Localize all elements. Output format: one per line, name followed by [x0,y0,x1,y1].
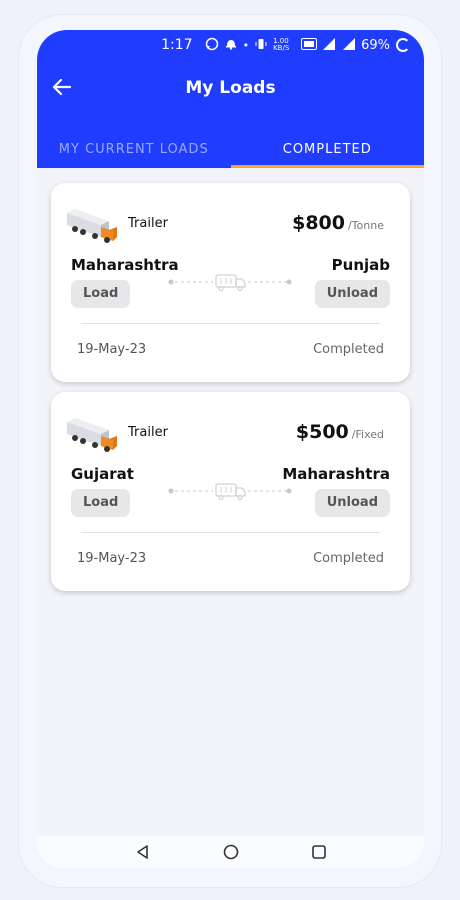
unload-chip: Unload [314,489,390,517]
app-header: My Loads MY CURRENT LOADS COMPLETED [37,60,424,168]
load-status: Completed [313,342,384,357]
status-bar: 1:17 • 1.00 KB/S 69% [37,30,424,60]
load-card[interactable]: Trailer $500/Fixed Gujarat Maharashtra L… [51,392,410,591]
truck-icon [65,412,121,456]
nav-recents-button[interactable] [310,843,328,861]
load-date: 19-May-23 [77,551,147,566]
system-nav-bar [37,836,424,868]
signal-icon-2 [343,37,356,53]
triangle-back-icon [136,845,148,859]
nav-home-button[interactable] [222,843,240,861]
whatsapp-icon [205,37,219,54]
truck-icon [65,203,121,247]
battery-text: 69% [361,37,390,53]
vehicle-type: Trailer [128,216,168,231]
card-divider [81,323,380,324]
load-chip: Load [71,280,131,308]
tab-completed[interactable]: COMPLETED [230,130,425,168]
origin-city: Gujarat [71,465,134,483]
status-time: 1:17 [161,37,193,53]
vehicle-type: Trailer [128,425,168,440]
battery-icon [396,38,410,52]
truck-route-icon [215,274,246,292]
load-card[interactable]: Trailer $800/Tonne Maharashtra Punjab Lo… [51,183,410,382]
load-chip: Load [71,489,131,517]
origin-city: Maharashtra [71,256,179,274]
price-unit: /Tonne [348,219,384,232]
page-title: My Loads [185,78,276,98]
volte-icon [301,37,318,53]
destination-city: Maharashtra [282,465,390,483]
net-speed-text: 1.00 KB/S [273,37,290,52]
circle-home-icon [223,844,238,860]
dot-icon: • [242,38,250,52]
destination-city: Punjab [331,256,390,274]
route-line [167,481,293,501]
price: $500/Fixed [296,421,384,443]
truck-route-icon [215,483,246,501]
unload-chip: Unload [314,280,390,308]
vibrate-icon [255,38,267,53]
tab-current-loads[interactable]: MY CURRENT LOADS [37,130,231,168]
bell-icon [225,37,237,53]
square-recents-icon [311,845,326,859]
tab-bar: MY CURRENT LOADS COMPLETED [37,130,424,168]
load-status: Completed [313,551,384,566]
nav-back-button[interactable] [134,843,152,861]
price-unit: /Fixed [351,428,384,441]
price-value: $500 [295,421,349,443]
price: $800/Tonne [292,212,384,234]
route-line [167,272,293,292]
loads-list: Trailer $800/Tonne Maharashtra Punjab Lo… [51,183,410,601]
card-divider [81,532,380,533]
signal-icon [323,37,337,53]
price-value: $800 [292,212,345,234]
load-date: 19-May-23 [77,342,147,357]
screen: 1:17 • 1.00 KB/S 69% My Loads MY CURRENT… [37,30,424,868]
